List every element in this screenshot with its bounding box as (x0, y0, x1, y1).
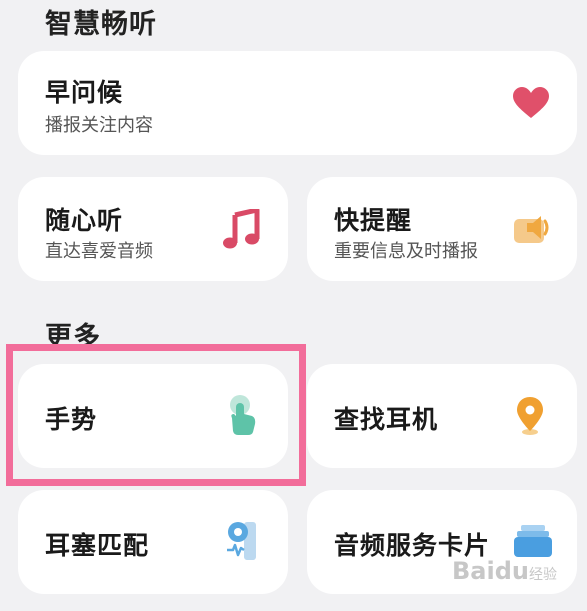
touch-gesture-icon (230, 395, 256, 435)
quick-reminder-title: 快提醒 (334, 206, 413, 235)
quick-reminder-subtitle: 重要信息及时播报 (334, 241, 478, 262)
casual-listen-subtitle: 直达喜爱音频 (45, 241, 153, 262)
baidu-watermark: Baidu经验 (452, 557, 557, 585)
watermark-text: Baidu (452, 557, 529, 585)
morning-greeting-title: 早问候 (45, 78, 124, 107)
watermark-sub: 经验 (529, 567, 557, 583)
morning-greeting-card[interactable]: 早问候 播报关注内容 (18, 51, 577, 155)
section-title-smart-listen: 智慧畅听 (45, 9, 157, 40)
ear-tip-fit-card[interactable]: 耳塞匹配 (18, 490, 288, 594)
ear-tip-fit-title: 耳塞匹配 (45, 531, 150, 560)
section-title-more: 更多 (45, 322, 101, 353)
music-note-icon (223, 209, 260, 249)
earbud-fit-icon (227, 522, 256, 560)
gesture-title: 手势 (45, 405, 98, 434)
casual-listen-title: 随心听 (45, 206, 124, 235)
quick-reminder-card[interactable]: 快提醒 重要信息及时播报 (307, 177, 577, 281)
find-earphones-title: 查找耳机 (334, 405, 439, 434)
location-pin-icon (517, 397, 543, 435)
morning-greeting-subtitle: 播报关注内容 (45, 115, 153, 136)
gesture-card[interactable]: 手势 (18, 364, 288, 468)
card-stack-icon (514, 525, 552, 557)
speaker-icon (514, 216, 549, 243)
heart-icon (513, 87, 549, 118)
casual-listen-card[interactable]: 随心听 直达喜爱音频 (18, 177, 288, 281)
find-earphones-card[interactable]: 查找耳机 (307, 364, 577, 468)
